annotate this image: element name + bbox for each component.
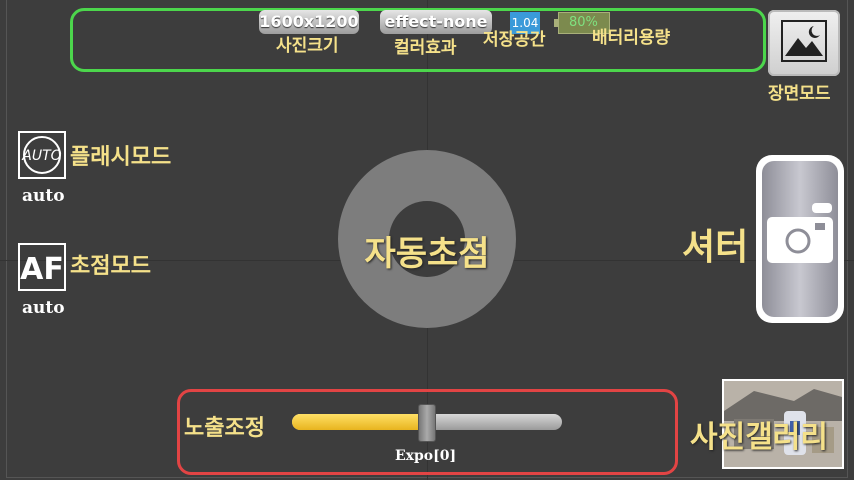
flash-auto-icon[interactable]: AUTO <box>18 131 66 179</box>
photo-size-button[interactable]: 1600x1200 <box>259 10 359 34</box>
exposure-panel: 노출조정 Expo[0] <box>177 389 678 475</box>
svg-text:AF: AF <box>20 252 64 287</box>
exposure-slider-handle[interactable] <box>418 404 436 442</box>
af-icon[interactable]: AF <box>18 243 66 291</box>
exposure-value: Expo[0] <box>395 448 457 464</box>
svg-text:AUTO: AUTO <box>21 148 61 164</box>
shutter-button[interactable] <box>756 155 844 323</box>
shutter-label: 셔터 <box>682 226 749 268</box>
exposure-slider-fill <box>292 414 427 430</box>
camera-icon <box>767 203 833 263</box>
scene-mode-button[interactable] <box>768 10 840 76</box>
flash-mode-value: auto <box>22 186 65 206</box>
color-effect-label: 컬러효과 <box>394 38 457 58</box>
color-effect-button[interactable]: effect-none <box>380 10 492 34</box>
flash-mode-label: 플래시모드 <box>70 145 172 170</box>
scene-mode-label: 장면모드 <box>768 84 831 104</box>
focus-mode-label: 초점모드 <box>70 254 151 279</box>
landscape-night-icon <box>781 20 827 62</box>
exposure-label: 노출조정 <box>184 416 265 441</box>
gallery-label: 사진갤러리 <box>690 420 828 455</box>
storage-label: 저장공간 <box>483 30 546 50</box>
auto-focus-label: 자동초점 <box>364 234 490 274</box>
focus-mode-value: auto <box>22 298 65 318</box>
battery-label: 배터리용량 <box>592 28 671 48</box>
photo-size-label: 사진크기 <box>276 36 339 56</box>
